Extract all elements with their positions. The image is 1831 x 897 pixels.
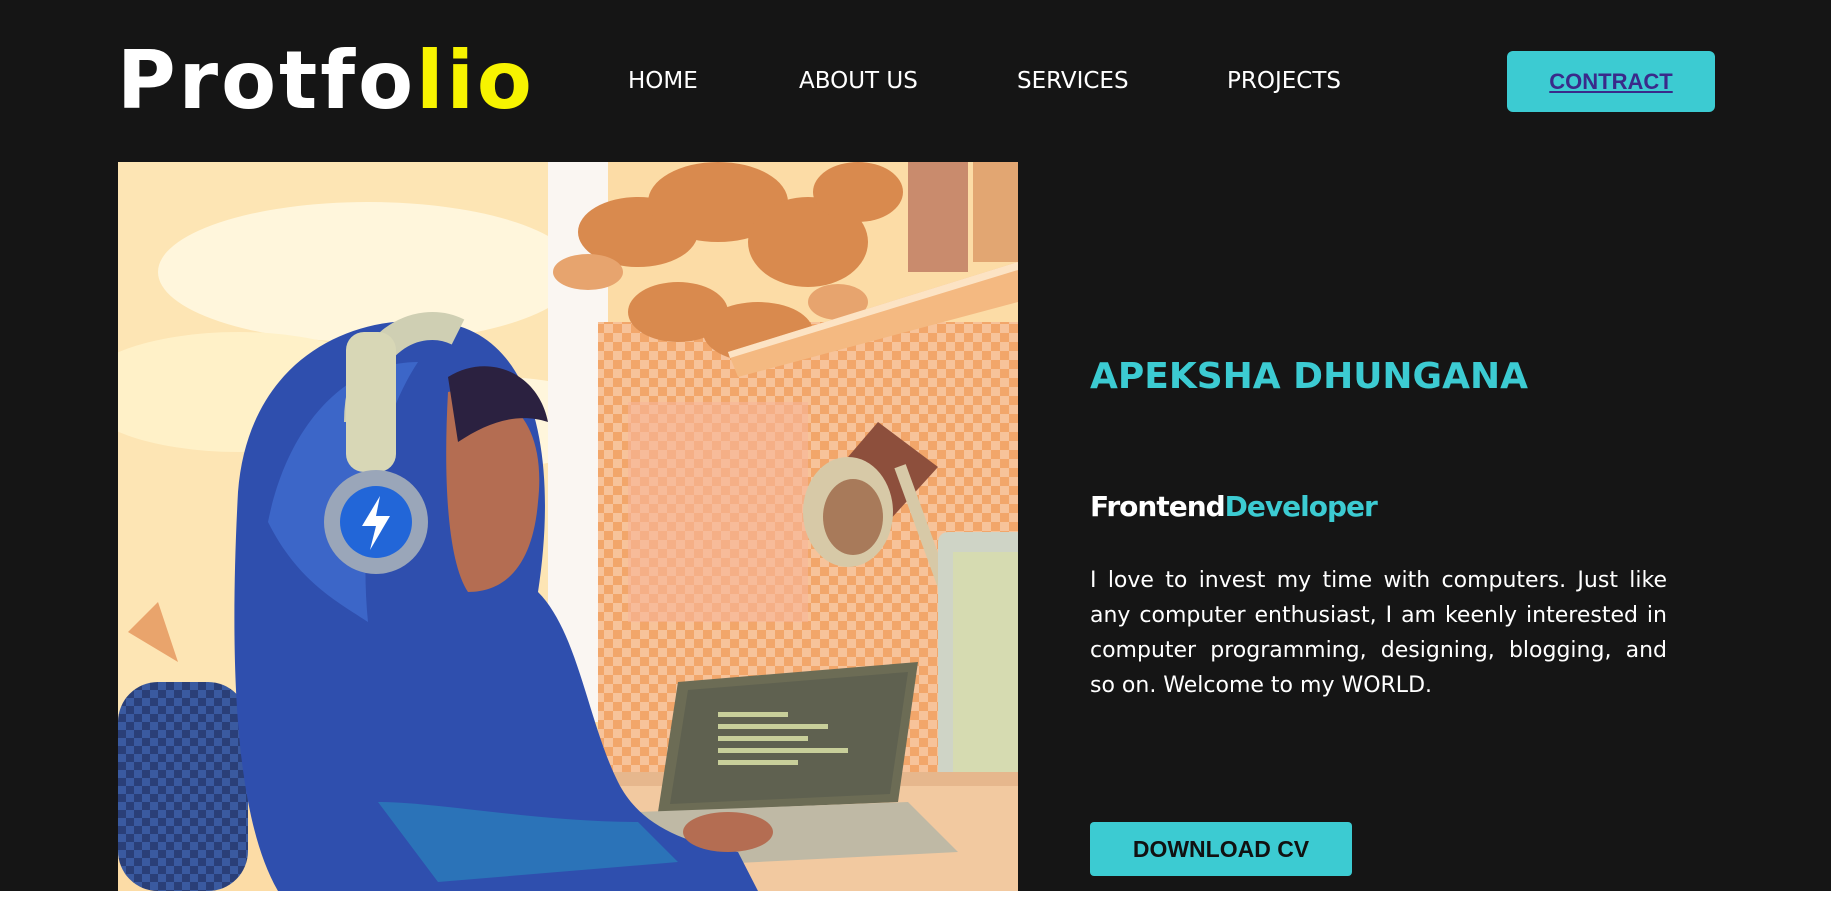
role-part-frontend: Frontend [1090, 490, 1226, 523]
nav-services[interactable]: SERVICES [1017, 66, 1129, 96]
contract-button-label: CONTRACT [1549, 68, 1673, 94]
role-part-developer: Developer [1224, 490, 1378, 523]
contract-button[interactable]: CONTRACT [1507, 51, 1715, 112]
hero-description: I love to invest my time with computers.… [1090, 568, 1667, 698]
page: Protfolio HOME ABOUT US SERVICES PROJECT… [0, 0, 1831, 891]
logo-main-text: Protfo [117, 34, 417, 127]
site-header: Protfolio HOME ABOUT US SERVICES PROJECT… [0, 0, 1831, 162]
nav-about-us[interactable]: ABOUT US [799, 66, 918, 96]
download-cv-button[interactable]: DOWNLOAD CV [1090, 822, 1352, 876]
hero-name: APEKSHA DHUNGANA [1090, 356, 1528, 397]
download-cv-label: DOWNLOAD CV [1132, 835, 1310, 862]
illustration-person-with-headphones-at-laptop-icon [118, 162, 1018, 891]
nav-home[interactable]: HOME [628, 66, 698, 96]
nav-projects[interactable]: PROJECTS [1227, 66, 1341, 96]
hero-illustration [118, 162, 1018, 891]
logo[interactable]: Protfolio [117, 34, 535, 128]
hero-role: FrontendDeveloper [1090, 489, 1378, 525]
logo-accent-text: lio [416, 34, 535, 127]
